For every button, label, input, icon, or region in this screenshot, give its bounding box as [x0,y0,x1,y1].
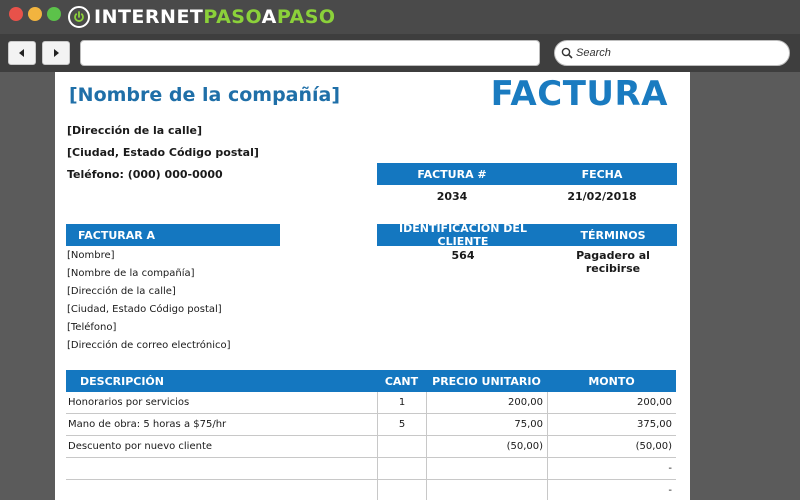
row-amount: - [547,458,676,479]
row-description [66,458,377,479]
row-unit-price: 200,00 [426,392,547,413]
date-label: FECHA [581,167,623,181]
row-amount: 375,00 [547,414,676,435]
line-items-table: DESCRIPCIÓN CANT PRECIO UNITARIO MONTO H… [66,370,676,500]
table-row: - [66,480,676,500]
site-name-part4: PASO [276,6,336,28]
bill-to-line: [Nombre de la compañía] [67,268,195,279]
city-state-zip: [Ciudad, Estado Código postal] [67,146,259,159]
close-window-button[interactable] [9,7,23,21]
site-name-part3: A [261,6,277,28]
document-viewport[interactable]: [Nombre de la compañía] FACTURA [Direcci… [0,72,800,500]
invoice-number-label: FACTURA # [417,167,487,181]
forward-button[interactable] [42,41,70,65]
site-name-part1: INTERNET [94,6,204,28]
row-unit-price: (50,00) [426,436,547,457]
row-amount: 200,00 [547,392,676,413]
phone-number: Teléfono: (000) 000-0000 [67,168,223,181]
row-unit-price: 75,00 [426,414,547,435]
row-unit-price [426,458,547,479]
row-description [66,480,377,500]
row-quantity: 5 [377,414,426,435]
description-header: DESCRIPCIÓN [80,374,164,388]
bill-to-header: FACTURAR A [66,224,280,246]
row-quantity [377,436,426,457]
customer-id: 564 [451,249,475,262]
table-row: - [66,458,676,480]
site-logo: INTERNETPASOAPASO [68,4,336,30]
arrow-right-icon [54,49,59,57]
table-row: Descuento por nuevo cliente (50,00) (50,… [66,436,676,458]
table-row: Mano de obra: 5 horas a $75/hr 5 75,00 3… [66,414,676,436]
quantity-header: CANT [384,374,419,388]
bill-to-line: [Teléfono] [67,322,117,333]
invoice-date: 21/02/2018 [567,190,637,203]
table-row: Honorarios por servicios 1 200,00 200,00 [66,392,676,414]
customer-id-label: IDENTIFICACIÓN DEL CLIENTE [399,222,527,248]
minimize-window-button[interactable] [28,7,42,21]
unit-price-header: PRECIO UNITARIO [432,374,541,388]
row-amount: - [547,480,676,500]
invoice-meta-header: FACTURA # FECHA [377,163,677,185]
invoice-title: FACTURA [490,74,668,114]
company-name: [Nombre de la compañía] [69,84,341,106]
search-input[interactable]: Search [554,40,790,66]
street-address: [Dirección de la calle] [67,124,203,137]
invoice-number: 2034 [436,190,468,203]
terms-label: TÉRMINOS [580,228,646,242]
search-icon [561,47,573,59]
row-quantity [377,458,426,479]
customer-meta-header: IDENTIFICACIÓN DEL CLIENTE TÉRMINOS [377,222,677,248]
address-bar[interactable] [80,40,540,66]
browser-toolbar: Search [0,34,800,72]
search-label: Search [576,47,611,59]
bill-to-line: [Nombre] [67,250,115,261]
back-button[interactable] [8,41,36,65]
site-name: INTERNETPASOAPASO [94,6,336,28]
row-unit-price [426,480,547,500]
maximize-window-button[interactable] [47,7,61,21]
row-amount: (50,00) [547,436,676,457]
site-name-part2: PASO [203,6,262,28]
row-description: Descuento por nuevo cliente [68,441,213,452]
row-description: Honorarios por servicios [68,397,190,408]
table-header: DESCRIPCIÓN CANT PRECIO UNITARIO MONTO [66,370,676,392]
arrow-left-icon [19,49,24,57]
bill-to-label: FACTURAR A [78,228,156,242]
bill-to-line: [Dirección de la calle] [67,286,176,297]
amount-header: MONTO [588,374,635,388]
row-quantity: 1 [377,392,426,413]
payment-terms: Pagadero al recibirse [576,249,650,275]
bill-to-line: [Dirección de correo electrónico] [67,340,231,351]
power-icon [68,6,90,28]
row-quantity [377,480,426,500]
bill-to-line: [Ciudad, Estado Código postal] [67,304,222,315]
row-description: Mano de obra: 5 horas a $75/hr [68,419,227,430]
invoice-sheet: [Nombre de la compañía] FACTURA [Direcci… [55,72,690,500]
window-titlebar: INTERNETPASOAPASO [0,0,800,34]
